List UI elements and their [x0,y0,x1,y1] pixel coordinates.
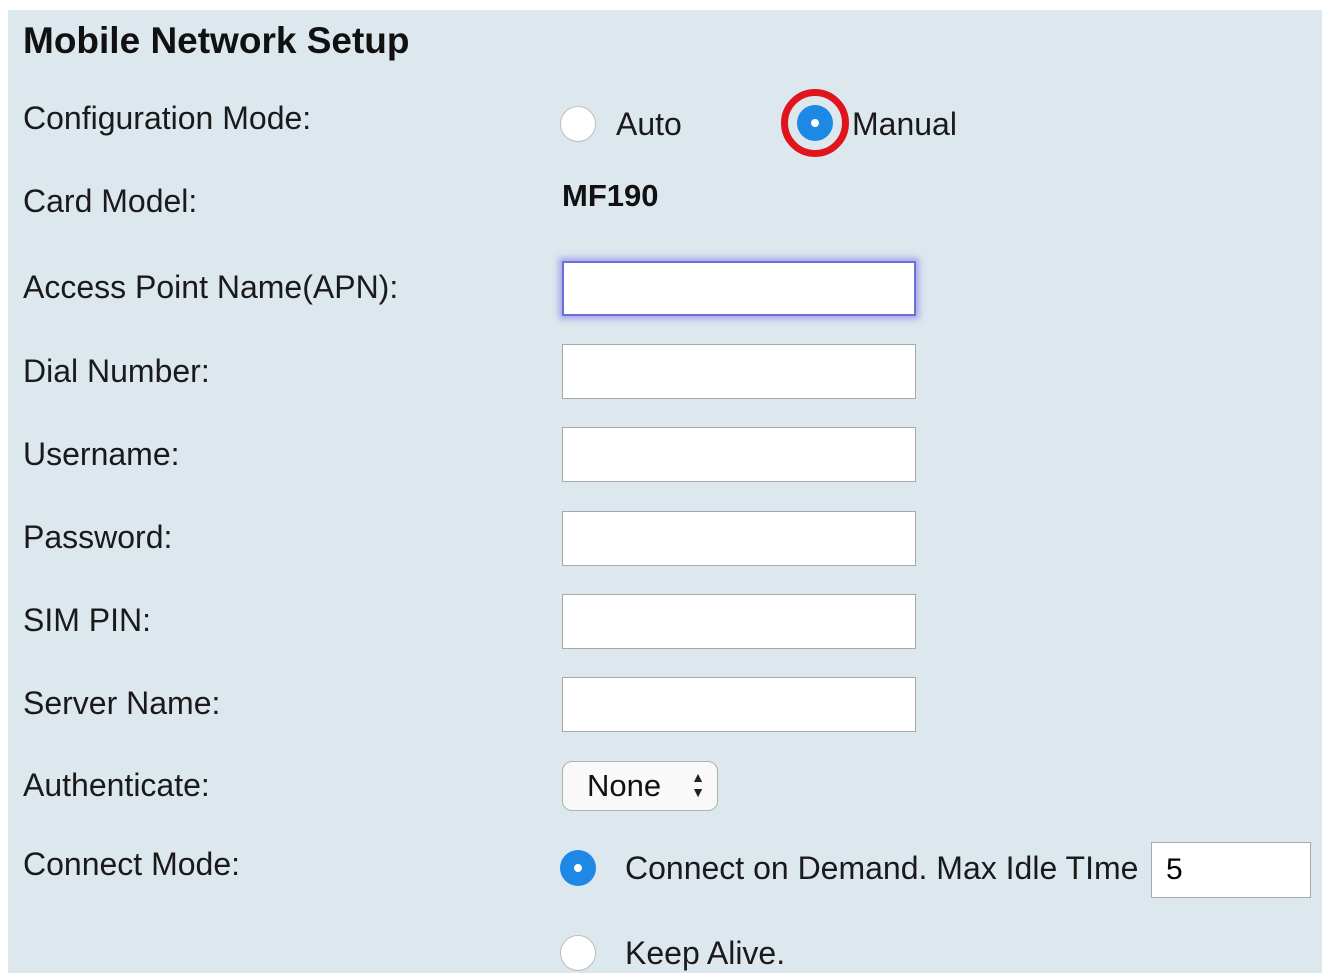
apn-label: Access Point Name(APN): [23,269,399,305]
config-mode-manual-radio[interactable] [797,105,833,141]
authenticate-label: Authenticate: [23,767,210,803]
apn-input[interactable] [562,261,916,316]
select-arrows-icon: ▲ ▼ [691,769,705,800]
server-name-label: Server Name: [23,685,221,721]
settings-panel [8,10,1322,973]
sim-pin-label: SIM PIN: [23,602,152,638]
password-input[interactable] [562,511,916,566]
dial-number-input[interactable] [562,344,916,399]
connect-mode-label: Connect Mode: [23,846,241,882]
sim-pin-input[interactable] [562,594,916,649]
page-title: Mobile Network Setup [23,20,410,61]
password-label: Password: [23,519,173,555]
username-label: Username: [23,436,180,472]
username-input[interactable] [562,427,916,482]
config-mode-label: Configuration Mode: [23,100,312,136]
card-model-label: Card Model: [23,183,198,219]
max-idle-time-input[interactable] [1151,842,1311,898]
config-mode-auto-label[interactable]: Auto [616,106,682,143]
keep-alive-radio[interactable] [560,935,596,971]
server-name-input[interactable] [562,677,916,732]
keep-alive-label[interactable]: Keep Alive. [625,935,785,972]
connect-on-demand-label[interactable]: Connect on Demand. Max Idle TIme [625,850,1138,887]
card-model-value: MF190 [562,178,659,213]
config-mode-manual-label[interactable]: Manual [852,106,957,143]
authenticate-selected-value: None [587,768,662,803]
dial-number-label: Dial Number: [23,353,210,389]
connect-on-demand-radio[interactable] [560,850,596,886]
authenticate-select[interactable]: None ▲ ▼ [562,761,718,811]
config-mode-auto-radio[interactable] [560,106,596,142]
